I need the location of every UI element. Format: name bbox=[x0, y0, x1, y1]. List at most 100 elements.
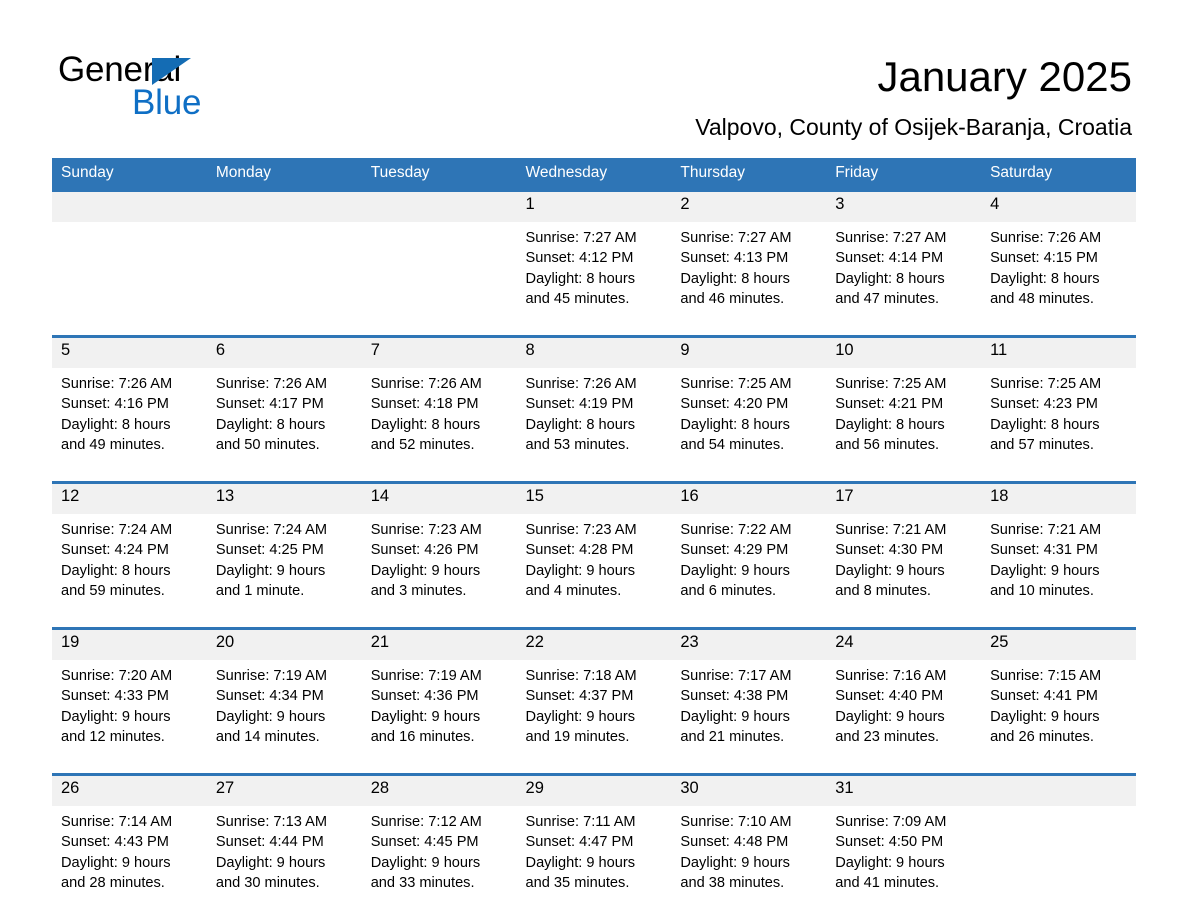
day-number[interactable]: 31 bbox=[826, 776, 982, 806]
day-info-cell[interactable]: Sunrise: 7:27 AM Sunset: 4:13 PM Daylight:… bbox=[671, 222, 827, 335]
day-detail-line: and 49 minutes. bbox=[61, 436, 165, 453]
day-number[interactable]: 11 bbox=[981, 338, 1136, 368]
day-info-cell[interactable]: Sunrise: 7:21 AM Sunset: 4:30 PM Daylight:… bbox=[826, 514, 982, 627]
day-number[interactable]: 13 bbox=[206, 484, 362, 514]
day-info-cell[interactable]: Sunrise: 7:15 AM Sunset: 4:41 PM Daylight:… bbox=[981, 660, 1136, 773]
day-detail-line: Sunset: 4:17 PM bbox=[215, 396, 324, 413]
day-detail-line: Daylight: 9 hours bbox=[525, 854, 636, 871]
day-info-cell[interactable]: Sunrise: 7:22 AM Sunset: 4:29 PM Daylight:… bbox=[671, 514, 827, 627]
day-number[interactable]: 17 bbox=[826, 484, 982, 514]
day-number[interactable]: 7 bbox=[361, 338, 517, 368]
day-info-cell[interactable]: Sunrise: 7:26 AM Sunset: 4:18 PM Daylight:… bbox=[361, 368, 517, 481]
day-detail-line: and 6 minutes. bbox=[680, 582, 777, 599]
day-info-cell[interactable]: Sunrise: 7:26 AM Sunset: 4:15 PM Daylight:… bbox=[981, 222, 1136, 335]
day-info-cell[interactable]: Sunrise: 7:25 AM Sunset: 4:23 PM Daylight:… bbox=[981, 368, 1136, 481]
day-number[interactable]: 4 bbox=[981, 192, 1136, 222]
day-number[interactable]: 9 bbox=[671, 338, 827, 368]
day-detail-line: Daylight: 8 hours bbox=[525, 270, 636, 287]
day-info-cell[interactable]: Sunrise: 7:27 AM Sunset: 4:12 PM Daylight:… bbox=[516, 222, 672, 335]
day-info-cell[interactable]: Sunrise: 7:10 AM Sunset: 4:48 PM Daylight:… bbox=[671, 806, 827, 919]
day-detail-line: Daylight: 8 hours bbox=[680, 270, 790, 287]
day-detail-line: Sunset: 4:44 PM bbox=[215, 834, 324, 851]
day-number[interactable]: 19 bbox=[52, 630, 207, 660]
day-detail-line: Sunset: 4:18 PM bbox=[370, 396, 479, 413]
day-info-cell[interactable]: Sunrise: 7:18 AM Sunset: 4:37 PM Daylight:… bbox=[516, 660, 672, 773]
day-info-cell[interactable]: Sunrise: 7:25 AM Sunset: 4:21 PM Daylight:… bbox=[826, 368, 982, 481]
day-detail-line: and 21 minutes. bbox=[680, 728, 785, 745]
day-detail-line: Daylight: 9 hours bbox=[835, 562, 945, 579]
day-detail-line: Sunrise: 7:26 AM bbox=[61, 376, 173, 392]
day-info-cell[interactable]: Sunrise: 7:14 AM Sunset: 4:43 PM Daylight:… bbox=[52, 806, 207, 919]
day-detail-line: Sunrise: 7:13 AM bbox=[215, 814, 327, 830]
day-number[interactable]: 5 bbox=[52, 338, 207, 368]
day-detail-line: Daylight: 9 hours bbox=[990, 562, 1100, 579]
day-info-cell[interactable]: Sunrise: 7:24 AM Sunset: 4:24 PM Daylight:… bbox=[52, 514, 207, 627]
day-detail-line: Daylight: 9 hours bbox=[990, 708, 1100, 725]
generalblue-logo[interactable]: General Blue bbox=[58, 50, 318, 130]
day-number[interactable]: 15 bbox=[516, 484, 672, 514]
day-number[interactable]: 12 bbox=[52, 484, 207, 514]
day-info-cell[interactable]: Sunrise: 7:09 AM Sunset: 4:50 PM Daylight:… bbox=[826, 806, 982, 919]
day-info-cell[interactable]: Sunrise: 7:12 AM Sunset: 4:45 PM Daylight:… bbox=[361, 806, 517, 919]
day-number[interactable]: 1 bbox=[516, 192, 672, 222]
day-number[interactable]: 30 bbox=[671, 776, 827, 806]
day-info-cell[interactable]: Sunrise: 7:23 AM Sunset: 4:28 PM Daylight:… bbox=[516, 514, 672, 627]
weekday-header-wednesday: Wednesday bbox=[516, 158, 672, 189]
day-info-cell[interactable]: Sunrise: 7:17 AM Sunset: 4:38 PM Daylight:… bbox=[671, 660, 827, 773]
day-number[interactable]: 21 bbox=[361, 630, 517, 660]
day-number[interactable]: 14 bbox=[361, 484, 517, 514]
day-info-cell[interactable]: Sunrise: 7:27 AM Sunset: 4:14 PM Daylight:… bbox=[826, 222, 982, 335]
day-detail-line: Sunrise: 7:26 AM bbox=[990, 230, 1102, 246]
day-detail-line: Sunrise: 7:18 AM bbox=[525, 668, 637, 684]
day-number[interactable]: 25 bbox=[981, 630, 1136, 660]
calendar-table: Sunday Monday Tuesday Wednesday Thursday Frid… bbox=[52, 158, 1136, 919]
day-number[interactable]: 8 bbox=[516, 338, 672, 368]
day-number[interactable]: 26 bbox=[52, 776, 207, 806]
day-info-cell[interactable]: Sunrise: 7:26 AM Sunset: 4:17 PM Daylight:… bbox=[206, 368, 362, 481]
day-detail-line: Daylight: 9 hours bbox=[680, 708, 790, 725]
day-detail-line: Daylight: 8 hours bbox=[525, 416, 636, 433]
day-detail-line: Sunrise: 7:20 AM bbox=[61, 668, 173, 684]
day-info-cell[interactable]: Sunrise: 7:26 AM Sunset: 4:16 PM Daylight:… bbox=[52, 368, 207, 481]
empty-info-cell bbox=[981, 806, 1136, 919]
day-info-cell[interactable]: Sunrise: 7:24 AM Sunset: 4:25 PM Daylight:… bbox=[206, 514, 362, 627]
day-number[interactable]: 29 bbox=[516, 776, 672, 806]
day-info-cell[interactable]: Sunrise: 7:20 AM Sunset: 4:33 PM Daylight:… bbox=[52, 660, 207, 773]
day-info-cell[interactable]: Sunrise: 7:23 AM Sunset: 4:26 PM Daylight:… bbox=[361, 514, 517, 627]
day-detail-line: and 10 minutes. bbox=[990, 582, 1094, 599]
day-info-cell[interactable]: Sunrise: 7:25 AM Sunset: 4:20 PM Daylight:… bbox=[671, 368, 827, 481]
day-number[interactable]: 22 bbox=[516, 630, 672, 660]
day-detail-line: Sunrise: 7:26 AM bbox=[370, 376, 482, 392]
day-detail-line: Sunset: 4:15 PM bbox=[990, 250, 1098, 267]
day-number[interactable]: 18 bbox=[981, 484, 1136, 514]
day-info-cell[interactable]: Sunrise: 7:11 AM Sunset: 4:47 PM Daylight:… bbox=[516, 806, 672, 919]
calendar-page: General Blue January 2025 Valpovo, Count… bbox=[0, 0, 1188, 919]
day-detail-line: Sunset: 4:43 PM bbox=[61, 834, 169, 851]
day-info-cell[interactable]: Sunrise: 7:19 AM Sunset: 4:34 PM Daylight:… bbox=[206, 660, 362, 773]
day-info-cell[interactable]: Sunrise: 7:13 AM Sunset: 4:44 PM Daylight:… bbox=[206, 806, 362, 919]
day-number[interactable]: 3 bbox=[826, 192, 982, 222]
day-number[interactable]: 24 bbox=[826, 630, 982, 660]
day-detail-line: Daylight: 8 hours bbox=[990, 416, 1100, 433]
day-detail-line: Daylight: 8 hours bbox=[835, 270, 945, 287]
day-detail-line: and 57 minutes. bbox=[990, 436, 1094, 453]
blue-triangle-icon bbox=[152, 58, 191, 85]
day-info-cell[interactable]: Sunrise: 7:26 AM Sunset: 4:19 PM Daylight:… bbox=[516, 368, 672, 481]
day-detail-line: and 35 minutes. bbox=[525, 874, 630, 891]
day-number[interactable]: 27 bbox=[206, 776, 362, 806]
day-number[interactable]: 16 bbox=[671, 484, 827, 514]
day-info-cell[interactable]: Sunrise: 7:21 AM Sunset: 4:31 PM Daylight:… bbox=[981, 514, 1136, 627]
day-number[interactable]: 20 bbox=[206, 630, 362, 660]
day-info-cell[interactable]: Sunrise: 7:19 AM Sunset: 4:36 PM Daylight:… bbox=[361, 660, 517, 773]
day-number[interactable]: 10 bbox=[826, 338, 982, 368]
day-info-cell[interactable]: Sunrise: 7:16 AM Sunset: 4:40 PM Daylight:… bbox=[826, 660, 982, 773]
day-number[interactable]: 23 bbox=[671, 630, 827, 660]
weekday-header-saturday: Saturday bbox=[981, 158, 1136, 189]
day-detail-line: Sunset: 4:26 PM bbox=[370, 542, 479, 559]
day-detail-line: Daylight: 8 hours bbox=[990, 270, 1100, 287]
day-detail-line: Sunset: 4:48 PM bbox=[680, 834, 789, 851]
day-number[interactable]: 2 bbox=[671, 192, 827, 222]
day-number[interactable]: 6 bbox=[206, 338, 362, 368]
day-number[interactable]: 28 bbox=[361, 776, 517, 806]
logo-text-blue: Blue bbox=[132, 83, 202, 122]
